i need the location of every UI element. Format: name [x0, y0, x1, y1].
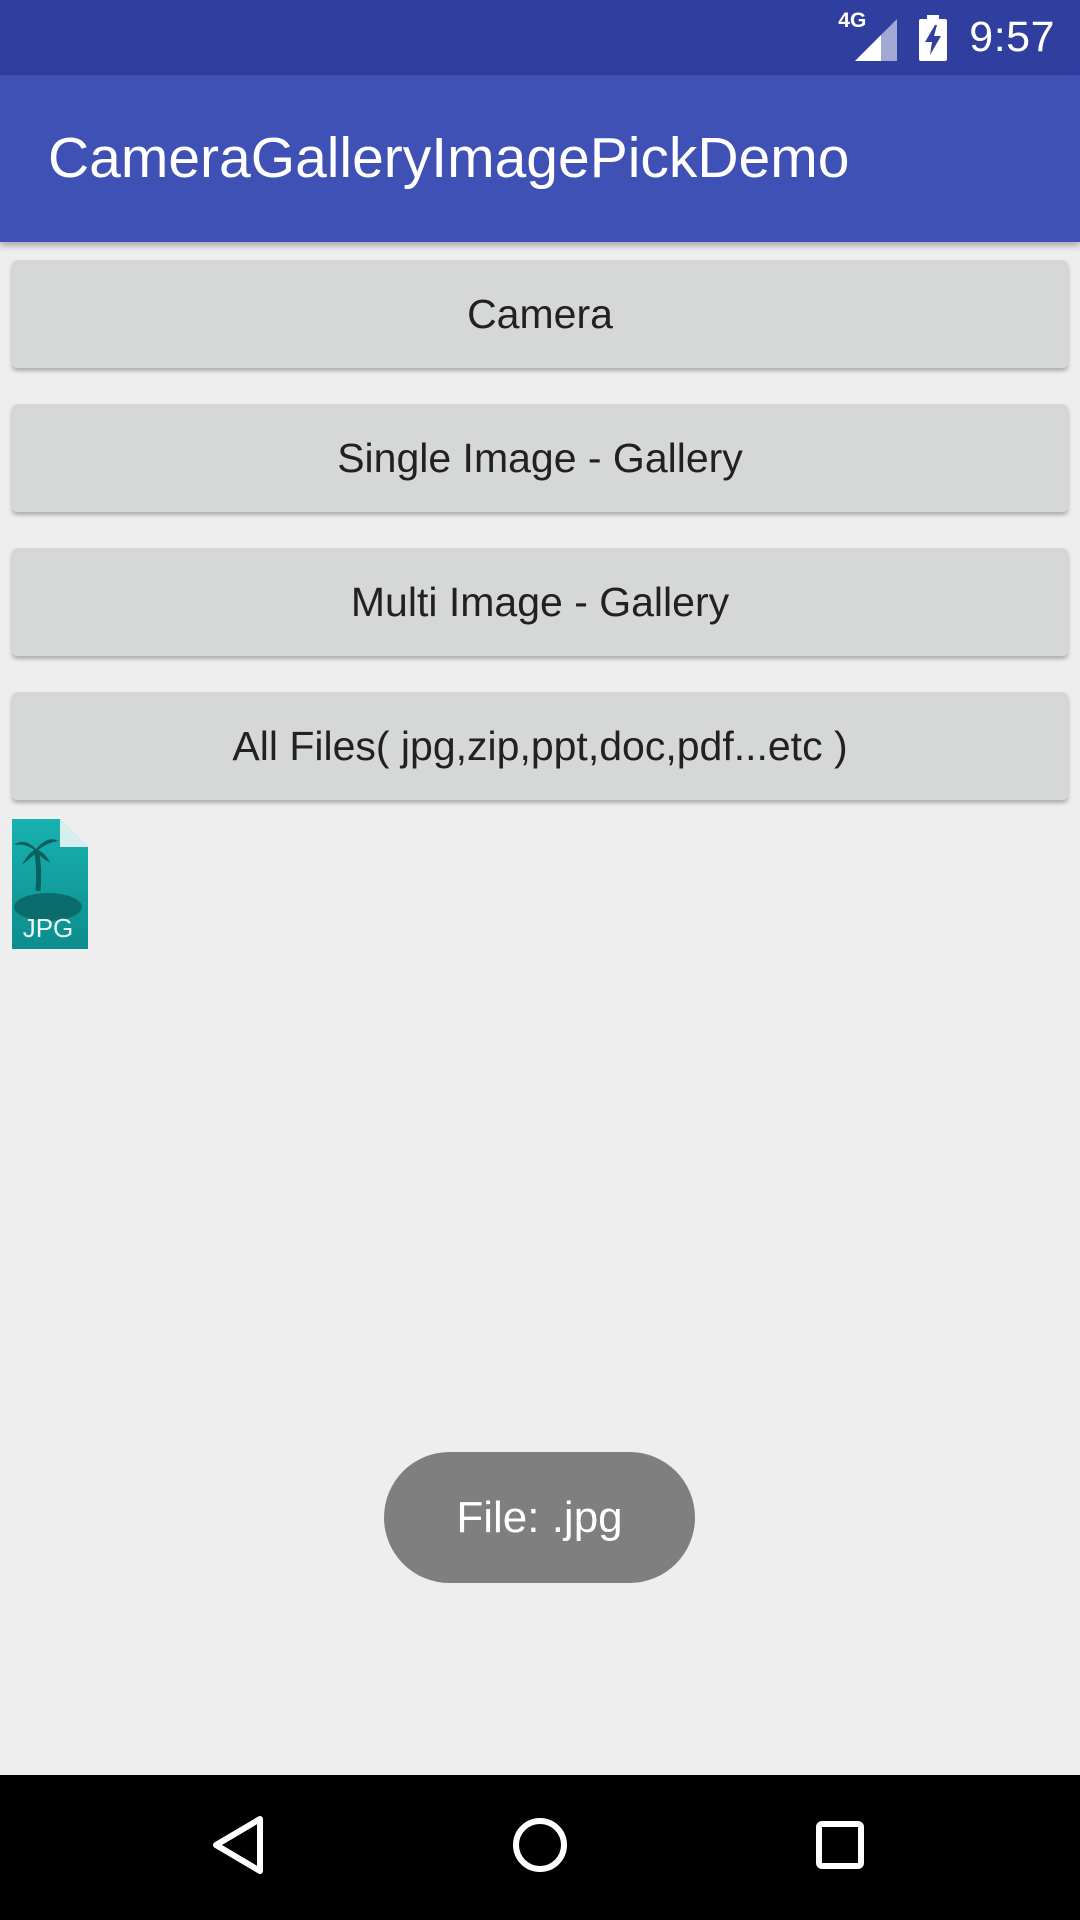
- navigation-bar: [0, 1775, 1080, 1920]
- signal-4g-icon: 4G: [838, 9, 898, 61]
- network-type-label: 4G: [838, 8, 867, 32]
- home-icon: [510, 1815, 570, 1880]
- status-bar: 4G 9:57: [0, 0, 1080, 75]
- back-icon: [210, 1815, 270, 1880]
- back-button[interactable]: [160, 1775, 320, 1920]
- camera-button[interactable]: Camera: [12, 260, 1068, 368]
- single-image-gallery-button[interactable]: Single Image - Gallery: [12, 404, 1068, 512]
- jpg-file-icon: JPG: [12, 819, 88, 949]
- app-title: CameraGalleryImagePickDemo: [48, 126, 850, 190]
- app-bar: CameraGalleryImagePickDemo: [0, 75, 1080, 242]
- status-icons: 4G 9:57: [838, 0, 1055, 75]
- all-files-button[interactable]: All Files( jpg,zip,ppt,doc,pdf...etc ): [12, 692, 1068, 800]
- status-time: 9:57: [969, 13, 1055, 61]
- jpg-badge-label: JPG: [23, 913, 74, 943]
- multi-image-gallery-button[interactable]: Multi Image - Gallery: [12, 548, 1068, 656]
- toast-message: File: .jpg: [384, 1452, 695, 1583]
- recent-apps-button[interactable]: [760, 1775, 920, 1920]
- recent-apps-icon: [810, 1815, 870, 1880]
- screen: 4G 9:57 CameraGalleryImagePickDemo Camer…: [0, 0, 1080, 1920]
- battery-charging-icon: [919, 14, 948, 61]
- home-button[interactable]: [460, 1775, 620, 1920]
